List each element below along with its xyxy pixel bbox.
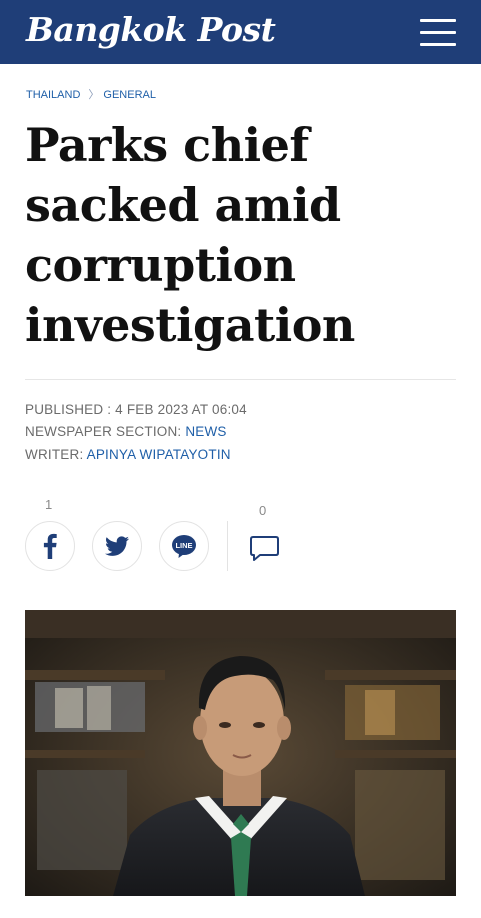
section-link[interactable]: NEWS (185, 424, 226, 439)
breadcrumb-general[interactable]: GENERAL (103, 89, 156, 101)
title-line-3: corruption (25, 238, 296, 292)
facebook-icon (43, 533, 57, 559)
title-line-4: investigation (25, 298, 355, 352)
facebook-share-count: 1 (45, 497, 53, 512)
comment-icon (250, 536, 279, 561)
writer-label: WRITER: (25, 447, 87, 462)
writer: WRITER: APINYA WIPATAYOTIN (25, 447, 231, 462)
portrait-image (25, 610, 456, 896)
comment-count: 0 (259, 503, 267, 518)
line-icon: LINE (172, 535, 196, 558)
line-icon-label: LINE (175, 541, 192, 550)
facebook-share-button[interactable] (25, 521, 75, 571)
line-share-button[interactable]: LINE (159, 521, 209, 571)
bangkok-post-logo[interactable]: Bangkok Post (26, 10, 276, 49)
divider (25, 379, 456, 380)
newspaper-section: NEWSPAPER SECTION: NEWS (25, 424, 227, 439)
writer-link[interactable]: APINYA WIPATAYOTIN (87, 447, 231, 462)
chevron-right-icon: 〉 (88, 89, 100, 101)
site-header: Bangkok Post (0, 0, 481, 64)
title-line-1: Parks chief (25, 118, 309, 172)
hamburger-menu-icon[interactable] (420, 18, 456, 46)
article-photo (25, 610, 456, 896)
article-title: Parks chief sacked amid corruption investig… (25, 115, 455, 355)
breadcrumb-thailand[interactable]: THAILAND (26, 89, 80, 101)
title-line-2: sacked amid (25, 178, 341, 232)
comment-button[interactable] (246, 531, 282, 565)
share-separator (227, 521, 228, 571)
twitter-icon (105, 536, 129, 556)
section-label: NEWSPAPER SECTION: (25, 424, 186, 439)
breadcrumb: THAILAND 〉 GENERAL (26, 86, 156, 102)
twitter-share-button[interactable] (92, 521, 142, 571)
published-date: PUBLISHED : 4 FEB 2023 AT 06:04 (25, 402, 247, 417)
